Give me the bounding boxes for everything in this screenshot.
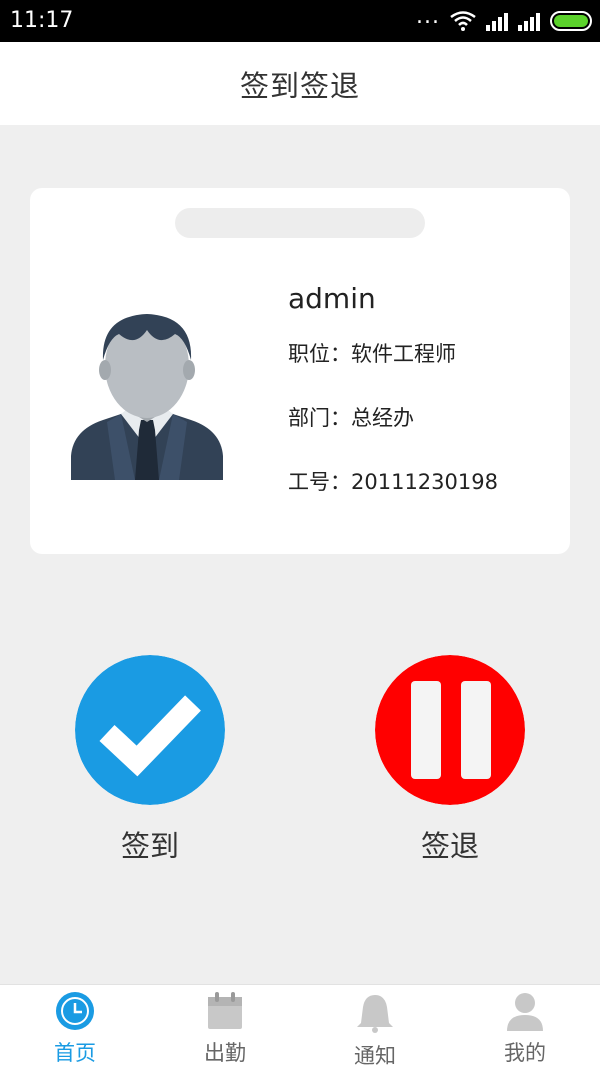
employee-id-value: 20111230198 <box>351 470 498 494</box>
nav-label-home[interactable]: 首页 <box>0 1037 150 1067</box>
nav-item-profile[interactable]: 我的 <box>450 985 600 1067</box>
signal-icon-1 <box>486 11 508 31</box>
battery-fill <box>554 15 588 27</box>
profile-name: admin <box>288 282 376 315</box>
nav-label-attendance[interactable]: 出勤 <box>150 1037 300 1067</box>
calendar-icon[interactable] <box>205 991 245 1031</box>
person-icon[interactable] <box>505 991 545 1031</box>
battery-icon <box>550 11 592 31</box>
page-title: 签到签退 <box>239 68 360 103</box>
sign-out-button[interactable]: 签退 <box>375 655 525 865</box>
nav-item-home[interactable]: 首页 <box>0 985 150 1067</box>
status-icons: ... <box>416 4 592 32</box>
sign-in-label[interactable]: 签到 <box>75 823 225 865</box>
card-placeholder-bar <box>175 208 425 238</box>
department-label: 部门： <box>288 406 351 430</box>
status-time: 11:17 <box>10 8 74 33</box>
department-value: 总经办 <box>351 406 414 430</box>
title-bar: 签到签退 <box>0 42 600 125</box>
bottom-nav: 首页 出勤 通知 我的 <box>0 984 600 1067</box>
checkmark-icon[interactable] <box>75 655 225 805</box>
profile-card: admin 职位：软件工程师 部门：总经办 工号：20111230198 <box>30 188 570 554</box>
status-bar: 11:17 ... <box>0 0 600 42</box>
position-value: 软件工程师 <box>351 342 456 366</box>
sign-out-label[interactable]: 签退 <box>375 823 525 865</box>
nav-item-attendance[interactable]: 出勤 <box>150 985 300 1067</box>
wifi-icon <box>450 11 476 31</box>
sign-in-button[interactable]: 签到 <box>75 655 225 865</box>
position-row: 职位：软件工程师 <box>288 338 456 368</box>
department-row: 部门：总经办 <box>288 402 414 432</box>
nav-label-notifications[interactable]: 通知 <box>300 1040 450 1067</box>
avatar-icon <box>71 314 223 480</box>
employee-id-label: 工号： <box>288 470 351 494</box>
bell-icon[interactable] <box>355 993 395 1033</box>
notification-dots: ... <box>416 4 440 29</box>
clock-icon[interactable] <box>55 991 95 1031</box>
signal-icon-2 <box>518 11 540 31</box>
employee-id-row: 工号：20111230198 <box>288 466 498 496</box>
pause-icon[interactable] <box>375 655 525 805</box>
nav-label-profile[interactable]: 我的 <box>450 1037 600 1067</box>
nav-item-notifications[interactable]: 通知 <box>300 985 450 1067</box>
position-label: 职位： <box>288 342 351 366</box>
